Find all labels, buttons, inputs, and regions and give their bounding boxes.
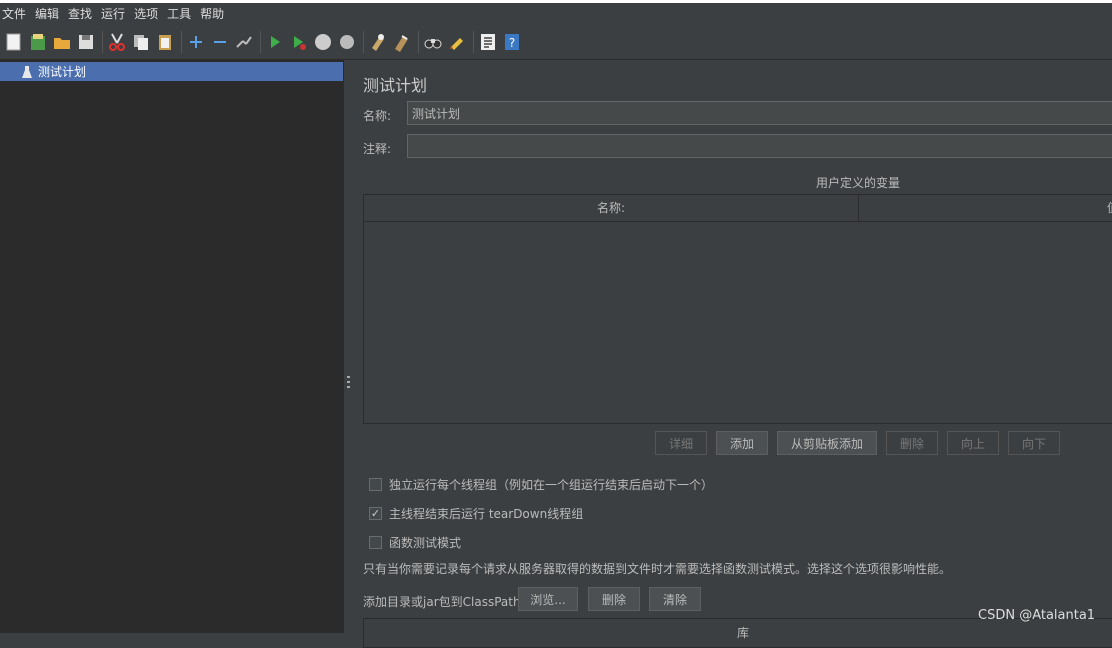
panel-title: 测试计划 — [363, 76, 428, 95]
comment-input[interactable] — [407, 134, 1112, 158]
move-up-button[interactable]: 向上 — [947, 431, 999, 455]
classpath-clear-button[interactable]: 清除 — [649, 587, 701, 611]
start-icon[interactable] — [265, 32, 285, 52]
column-header-value[interactable]: 值 — [859, 195, 1112, 221]
menu-options[interactable]: 选项 — [134, 5, 158, 22]
teardown-checkbox[interactable]: ✓ — [369, 507, 382, 520]
functional-mode-option[interactable]: 函数测试模式 — [369, 534, 461, 551]
run-consecutively-checkbox[interactable] — [369, 478, 382, 491]
start-no-pause-icon[interactable] — [289, 32, 309, 52]
menu-search[interactable]: 查找 — [68, 5, 92, 22]
menu-help[interactable]: 帮助 — [200, 5, 224, 22]
detail-button[interactable]: 详细 — [655, 431, 707, 455]
collapse-all-icon[interactable] — [210, 32, 230, 52]
classpath-label: 添加目录或jar包到ClassPath — [363, 595, 521, 609]
cut-icon[interactable] — [107, 32, 127, 52]
reset-search-icon[interactable] — [447, 32, 467, 52]
function-helper-icon[interactable] — [478, 32, 498, 52]
toolbar-separator — [102, 30, 103, 53]
user-variables-caption: 用户定义的变量 — [815, 176, 900, 190]
toolbar: ? — [0, 24, 1112, 60]
pane-splitter[interactable] — [343, 60, 353, 633]
menu-bar: 文件 编辑 查找 运行 选项 工具 帮助 — [0, 0, 1112, 24]
column-header-name[interactable]: 名称: — [364, 195, 859, 221]
tree-node-test-plan[interactable]: 测试计划 — [0, 62, 343, 81]
splitter-grip-icon[interactable] — [347, 376, 350, 390]
copy-icon[interactable] — [131, 32, 151, 52]
table-header: 名称: 值 — [364, 195, 1112, 222]
save-icon[interactable] — [76, 32, 96, 52]
classpath-delete-button[interactable]: 删除 — [588, 587, 640, 611]
browse-button[interactable]: 浏览... — [518, 587, 578, 611]
toolbar-separator — [418, 30, 419, 53]
watermark: CSDN @Atalanta1 — [978, 608, 1096, 623]
run-groups-consecutively-option[interactable]: 独立运行每个线程组（例如在一个组运行结束后启动下一个） — [369, 476, 713, 493]
toolbar-separator — [473, 30, 474, 53]
open-folder-icon[interactable] — [52, 32, 72, 52]
new-file-icon[interactable] — [4, 32, 24, 52]
svg-text:?: ? — [509, 36, 515, 50]
add-button[interactable]: 添加 — [716, 431, 768, 455]
functional-mode-checkbox[interactable] — [369, 536, 382, 549]
toolbar-separator — [181, 30, 182, 53]
clear-all-icon[interactable] — [392, 32, 412, 52]
expand-all-icon[interactable] — [186, 32, 206, 52]
comment-label: 注释: — [363, 142, 392, 156]
help-icon[interactable]: ? — [502, 32, 522, 52]
move-down-button[interactable]: 向下 — [1008, 431, 1060, 455]
checkbox-label: 函数测试模式 — [389, 536, 462, 550]
tree-pane: 测试计划 — [0, 60, 343, 633]
stop-icon[interactable] — [313, 32, 333, 52]
name-label: 名称: — [363, 109, 392, 123]
tree-node-label: 测试计划 — [38, 65, 87, 79]
binoculars-search-icon[interactable] — [423, 32, 443, 52]
add-from-clipboard-button[interactable]: 从剪贴板添加 — [777, 431, 877, 455]
name-input[interactable] — [407, 101, 1112, 125]
toolbar-separator — [363, 30, 364, 53]
toggle-icon[interactable] — [234, 32, 254, 52]
menu-edit[interactable]: 编辑 — [35, 5, 59, 22]
clear-icon[interactable] — [368, 32, 388, 52]
paste-icon[interactable] — [155, 32, 175, 52]
shutdown-icon[interactable] — [337, 32, 357, 52]
test-plan-icon — [22, 65, 32, 78]
checkbox-label: 独立运行每个线程组（例如在一个组运行结束后启动下一个） — [389, 478, 714, 492]
templates-icon[interactable] — [28, 32, 48, 52]
menu-tools[interactable]: 工具 — [167, 5, 191, 22]
delete-button[interactable]: 删除 — [886, 431, 938, 455]
editor-pane: 测试计划 名称: 注释: 用户定义的变量 名称: 值 详细 添加 从剪贴板添加 … — [353, 60, 1112, 648]
functional-mode-note: 只有当你需要记录每个请求从服务器取得的数据到文件时才需要选择函数测试模式。选择这… — [363, 562, 952, 576]
toolbar-separator — [260, 30, 261, 53]
checkbox-label: 主线程结束后运行 tearDown线程组 — [389, 507, 584, 521]
menu-run[interactable]: 运行 — [101, 5, 125, 22]
menu-file[interactable]: 文件 — [2, 5, 26, 22]
user-variables-table[interactable]: 名称: 值 — [363, 194, 1112, 424]
teardown-option[interactable]: ✓ 主线程结束后运行 tearDown线程组 — [369, 505, 583, 522]
